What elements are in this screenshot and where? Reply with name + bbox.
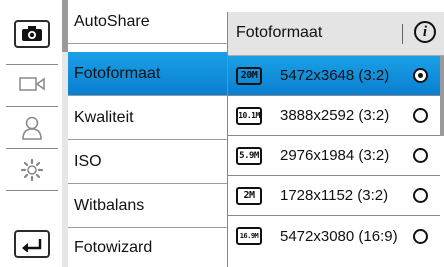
menu-item-label: Fotoformaat (74, 64, 161, 82)
radio-unselected[interactable] (413, 148, 428, 163)
size-option-label: 3888x2592 (3:2) (280, 107, 390, 124)
video-camera-icon[interactable] (14, 69, 50, 99)
back-button[interactable] (14, 230, 50, 258)
mode-sidebar (0, 0, 62, 267)
camera-icon[interactable] (14, 20, 50, 48)
popup-title: Fotoformaat (236, 24, 323, 41)
size-option[interactable]: 5.9M 2976x1984 (3:2) (228, 136, 440, 176)
size-badge-icon: 10.1M (236, 106, 262, 125)
settings-icon[interactable] (14, 155, 50, 185)
size-option-label: 5472x3648 (3:2) (280, 67, 390, 84)
radio-selected[interactable] (413, 68, 428, 83)
back-icon (22, 239, 42, 252)
radio-unselected[interactable] (413, 228, 428, 244)
info-icon[interactable]: i (414, 21, 436, 43)
menu-item-label: AutoShare (74, 12, 150, 30)
popup-header: Fotoformaat i (228, 12, 444, 56)
size-badge-icon: 2M (236, 186, 262, 205)
radio-unselected[interactable] (413, 188, 428, 203)
size-option-label: 2976x1984 (3:2) (280, 147, 390, 164)
radio-unselected[interactable] (413, 108, 428, 123)
user-icon[interactable] (14, 113, 50, 143)
menu-item-label: ISO (74, 152, 102, 170)
size-option[interactable]: 2M 1728x1152 (3:2) (228, 176, 440, 216)
menu-item-label: Witbalans (74, 196, 145, 214)
size-option-label: 5472x3080 (16:9) (280, 227, 398, 245)
popup-scrollbar[interactable] (440, 56, 444, 136)
size-option[interactable]: 10.1M 3888x2592 (3:2) (228, 96, 440, 136)
menu-item-label: Kwaliteit (74, 108, 134, 126)
size-option-label: 1728x1152 (3:2) (280, 187, 389, 204)
size-badge-icon: 20M (236, 66, 262, 85)
photo-size-popup: Fotoformaat i 20M 5472x3648 (3:2) 10.1M … (228, 12, 444, 267)
menu-item-label: Fotowizard (74, 238, 153, 256)
header-divider (402, 24, 403, 44)
size-badge-icon: 16.9M (236, 227, 262, 245)
size-badge-icon: 5.9M (236, 146, 262, 165)
size-option[interactable]: 20M 5472x3648 (3:2) (228, 56, 440, 96)
size-option[interactable]: 16.9M 5472x3080 (16:9) (228, 216, 440, 256)
